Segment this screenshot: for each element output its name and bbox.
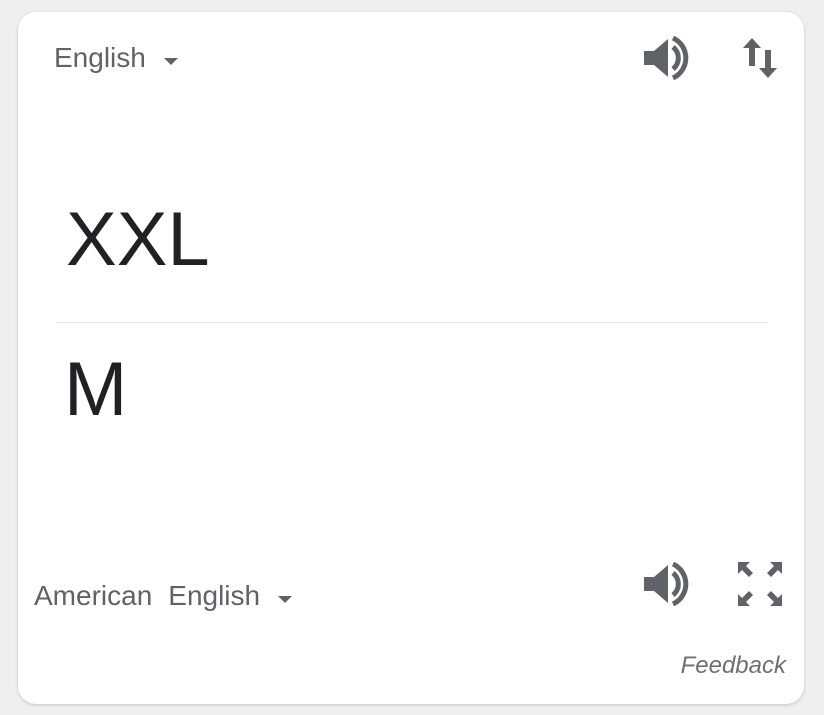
swap-arrows-icon xyxy=(743,38,777,78)
speaker-icon xyxy=(644,36,689,80)
target-language-select[interactable]: American English xyxy=(34,580,293,612)
speaker-icon xyxy=(644,562,689,606)
source-speaker-button[interactable] xyxy=(640,32,692,84)
target-language-label-word2: English xyxy=(168,580,261,611)
swap-languages-button[interactable] xyxy=(734,32,786,84)
source-language-label: English xyxy=(54,42,146,73)
feedback-link[interactable]: Feedback xyxy=(681,652,786,680)
chevron-down-icon xyxy=(278,595,293,603)
fullscreen-button[interactable] xyxy=(734,558,786,610)
translation-card: English XXL M American English Feedback xyxy=(18,12,804,704)
divider xyxy=(56,322,768,323)
source-text[interactable]: XXL xyxy=(66,202,210,278)
target-speaker-button[interactable] xyxy=(640,558,692,610)
source-language-select[interactable]: English xyxy=(54,42,178,74)
fullscreen-icon xyxy=(738,562,782,606)
translated-text: M xyxy=(64,347,128,432)
target-language-label-word1: American xyxy=(34,580,153,611)
chevron-down-icon xyxy=(163,57,178,65)
